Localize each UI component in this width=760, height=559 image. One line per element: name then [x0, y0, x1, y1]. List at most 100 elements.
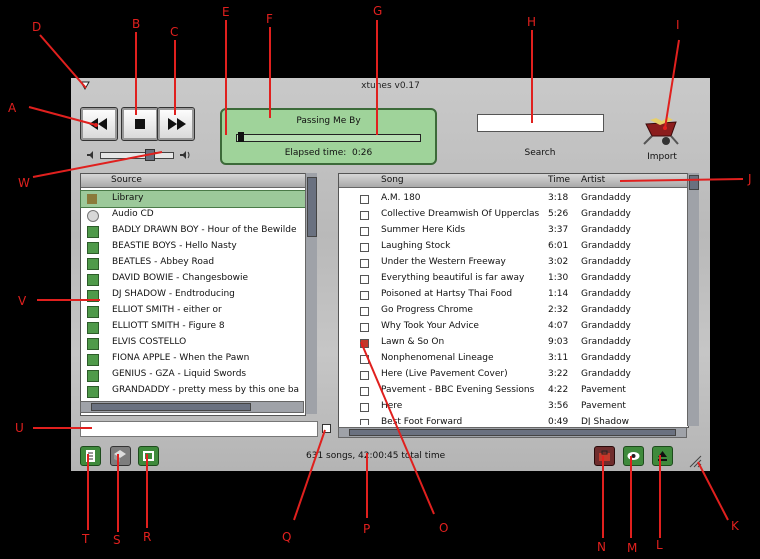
- table-row[interactable]: Why Took Your Advice 4:07 Grandaddy: [339, 319, 688, 335]
- track-checkbox[interactable]: [360, 355, 369, 364]
- source-hscroll-thumb[interactable]: [91, 403, 251, 411]
- track-checkbox[interactable]: [360, 259, 369, 268]
- filter-input[interactable]: [80, 421, 318, 437]
- source-item[interactable]: DJ SHADOW - Endtroducing: [81, 287, 305, 303]
- songs-vertical-scrollbar[interactable]: [687, 173, 699, 426]
- songs-horizontal-scrollbar[interactable]: [338, 427, 687, 438]
- track-checkbox[interactable]: [360, 243, 369, 252]
- source-item[interactable]: Audio CD: [81, 207, 305, 223]
- table-row[interactable]: Best Foot Forward 0:49 DJ Shadow: [339, 415, 688, 425]
- volume-slider-handle[interactable]: [145, 149, 155, 161]
- source-item[interactable]: GENIUS - GZA - Liquid Swords: [81, 367, 305, 383]
- table-row[interactable]: A.M. 180 3:18 Grandaddy: [339, 191, 688, 207]
- source-scroll-thumb[interactable]: [307, 177, 317, 237]
- status-bar-text: 631 songs, 42:00:45 total time: [306, 451, 446, 461]
- fast-forward-button[interactable]: [157, 107, 195, 141]
- callout-label: M: [627, 541, 638, 555]
- source-horizontal-scrollbar[interactable]: [80, 401, 304, 413]
- column-song[interactable]: Song: [381, 175, 404, 185]
- volume-low-icon: [87, 151, 93, 159]
- repeat-button[interactable]: [138, 446, 159, 466]
- source-item-label: GENIUS - GZA - Liquid Swords: [112, 369, 247, 379]
- table-row[interactable]: Here 3:56 Pavement: [339, 399, 688, 415]
- source-item[interactable]: ELLIOTT SMITH - Figure 8: [81, 319, 305, 335]
- cell-artist: Grandaddy: [581, 225, 631, 235]
- source-item[interactable]: DAVID BOWIE - Changesbowie: [81, 271, 305, 287]
- table-row[interactable]: Poisoned at Hartsy Thai Food 1:14 Grandadd…: [339, 287, 688, 303]
- source-item[interactable]: GRANDADDY - pretty mess by this one ba: [81, 383, 305, 399]
- search-input[interactable]: [477, 114, 604, 132]
- window-resize-grip[interactable]: [688, 454, 702, 468]
- source-item-label: Library: [112, 193, 144, 203]
- volume-slider[interactable]: [100, 152, 174, 159]
- source-item[interactable]: BEASTIE BOYS - Hello Nasty: [81, 239, 305, 255]
- eject-button[interactable]: [652, 446, 673, 466]
- source-item[interactable]: BEATLES - Abbey Road: [81, 255, 305, 271]
- songs-scroll-thumb[interactable]: [689, 175, 699, 190]
- cell-song: Pavement - BBC Evening Sessions: [381, 385, 535, 395]
- track-checkbox[interactable]: [360, 307, 369, 316]
- callout-label: P: [363, 522, 371, 536]
- source-item[interactable]: ELLIOT SMITH - either or: [81, 303, 305, 319]
- table-row[interactable]: Nonphenomenal Lineage 3:11 Grandaddy: [339, 351, 688, 367]
- track-checkbox[interactable]: [360, 403, 369, 412]
- column-artist[interactable]: Artist: [581, 175, 605, 185]
- source-item-library[interactable]: Library: [80, 190, 306, 208]
- cell-time: 6:01: [548, 241, 569, 251]
- playlist-button[interactable]: [80, 446, 101, 466]
- table-row[interactable]: Collective Dreamwish Of Upperclas 5:26 Gra…: [339, 207, 688, 223]
- cell-time: 3:11: [548, 353, 569, 363]
- table-row[interactable]: Lawn & So On 9:03 Grandaddy: [339, 335, 688, 351]
- cell-artist: Pavement: [581, 385, 626, 395]
- callout-label: A: [8, 101, 17, 115]
- songs-hscroll-thumb[interactable]: [349, 429, 676, 436]
- cell-song: Poisoned at Hartsy Thai Food: [381, 289, 513, 299]
- table-row[interactable]: Here (Live Pavement Cover) 3:22 Grandaddy: [339, 367, 688, 383]
- seek-bar[interactable]: [236, 134, 421, 142]
- repeat-icon: [143, 451, 154, 461]
- track-checkbox[interactable]: [360, 387, 369, 396]
- burn-cd-button[interactable]: [110, 446, 131, 466]
- table-row[interactable]: Under the Western Freeway 3:02 Grandaddy: [339, 255, 688, 271]
- table-row[interactable]: Everything beautiful is far away 1:30 Gran…: [339, 271, 688, 287]
- track-checkbox[interactable]: [360, 275, 369, 284]
- stop-button[interactable]: [121, 107, 159, 141]
- rewind-button[interactable]: [80, 107, 118, 141]
- info-button[interactable]: [594, 446, 615, 466]
- track-checkbox[interactable]: [360, 195, 369, 204]
- column-time[interactable]: Time: [548, 175, 570, 185]
- list-icon: [86, 450, 95, 462]
- callout-label: H: [527, 15, 537, 29]
- seek-bar-handle[interactable]: [238, 132, 244, 142]
- track-checkbox[interactable]: [360, 323, 369, 332]
- import-label: Import: [647, 152, 677, 162]
- rewind-icon: [89, 118, 107, 130]
- table-row[interactable]: Pavement - BBC Evening Sessions 4:22 Pavem…: [339, 383, 688, 399]
- track-checkbox[interactable]: [360, 339, 369, 348]
- playlist-icon: [87, 226, 99, 238]
- cell-song: Under the Western Freeway: [381, 257, 506, 267]
- playlist-icon: [87, 242, 99, 254]
- table-row[interactable]: Summer Here Kids 3:37 Grandaddy: [339, 223, 688, 239]
- track-checkbox[interactable]: [360, 211, 369, 220]
- track-checkbox[interactable]: [360, 227, 369, 236]
- callout-label: W: [18, 176, 30, 190]
- track-checkbox[interactable]: [360, 419, 369, 425]
- source-header[interactable]: Source: [81, 174, 305, 188]
- cell-song: Here: [381, 401, 403, 411]
- source-item-label: ELLIOT SMITH - either or: [112, 305, 222, 315]
- table-row[interactable]: Go Progress Chrome 2:32 Grandaddy: [339, 303, 688, 319]
- table-row[interactable]: Laughing Stock 6:01 Grandaddy: [339, 239, 688, 255]
- source-item[interactable]: ELVIS COSTELLO: [81, 335, 305, 351]
- track-checkbox[interactable]: [360, 291, 369, 300]
- track-checkbox[interactable]: [360, 371, 369, 380]
- source-item[interactable]: FIONA APPLE - When the Pawn: [81, 351, 305, 367]
- source-vertical-scrollbar[interactable]: [305, 173, 317, 414]
- resize-handle[interactable]: [322, 424, 331, 433]
- visualizer-button[interactable]: [623, 446, 644, 466]
- stop-icon: [135, 119, 145, 129]
- cell-artist: Grandaddy: [581, 353, 631, 363]
- wheelbarrow-import-icon[interactable]: [640, 108, 684, 148]
- source-item[interactable]: BADLY DRAWN BOY - Hour of the Bewilde: [81, 223, 305, 239]
- cell-song: Nonphenomenal Lineage: [381, 353, 494, 363]
